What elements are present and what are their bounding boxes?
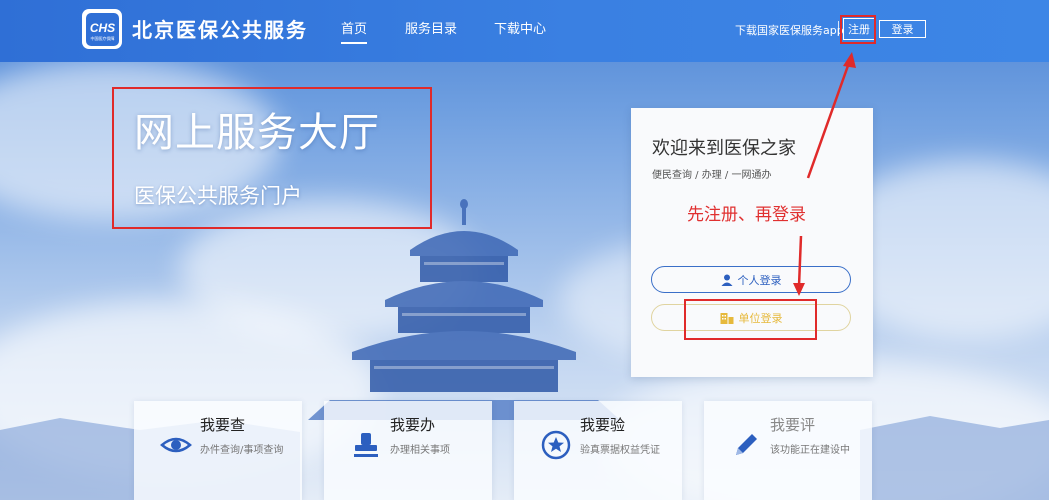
service-title: 我要验: [580, 416, 626, 434]
register-first-note: 先注册、再登录: [687, 205, 806, 225]
eye-icon: [160, 437, 192, 453]
login-card-title: 欢迎来到医保之家: [652, 138, 796, 159]
chs-logo-icon: CHS 中国医疗保障: [89, 21, 114, 41]
site-logo[interactable]: CHS 中国医疗保障: [82, 9, 122, 49]
register-highlight-box: [840, 15, 876, 44]
header-login-button[interactable]: 登录: [879, 20, 926, 38]
service-desc: 该功能正在建设中: [770, 445, 850, 456]
service-title: 我要查: [200, 416, 246, 434]
personal-login-label: 个人登录: [737, 273, 782, 287]
login-card-subtitle: 便民查询 / 办理 / 一网通办: [652, 170, 772, 181]
site-title: 北京医保公共服务: [132, 18, 308, 42]
download-app-link[interactable]: 下载国家医保服务app: [735, 22, 844, 38]
service-card-evaluate[interactable]: 我要评 该功能正在建设中: [704, 401, 872, 500]
nav-active-indicator: [341, 42, 367, 44]
personal-login-button[interactable]: 个人登录: [651, 266, 851, 293]
top-header: CHS 中国医疗保障 北京医保公共服务 首页 服务目录 下载中心 下载国家医保服…: [0, 0, 1049, 62]
nav-download-center[interactable]: 下载中心: [494, 18, 546, 37]
hero-highlight-box: [112, 87, 432, 229]
pen-icon: [736, 434, 757, 455]
service-desc: 验真票据权益凭证: [580, 445, 660, 456]
service-title: 我要办: [390, 416, 436, 434]
service-card-verify[interactable]: 我要验 验真票据权益凭证: [514, 401, 682, 500]
unit-login-highlight-box: [684, 299, 817, 340]
nav-service-catalog[interactable]: 服务目录: [405, 18, 457, 37]
svg-text:中国医疗保障: 中国医疗保障: [90, 35, 114, 41]
stamp-icon: [354, 433, 378, 457]
service-desc: 办件查询/事项查询: [200, 445, 284, 456]
service-desc: 办理相关事项: [390, 445, 450, 456]
nav-home[interactable]: 首页: [341, 18, 367, 37]
service-title: 我要评: [770, 416, 816, 434]
service-card-handle[interactable]: 我要办 办理相关事项: [324, 401, 492, 500]
header-divider: [838, 21, 839, 35]
person-icon: [721, 274, 732, 286]
badge-star-icon: [541, 430, 571, 460]
svg-text:CHS: CHS: [89, 21, 114, 35]
service-card-query[interactable]: 我要查 办件查询/事项查询: [134, 401, 302, 500]
